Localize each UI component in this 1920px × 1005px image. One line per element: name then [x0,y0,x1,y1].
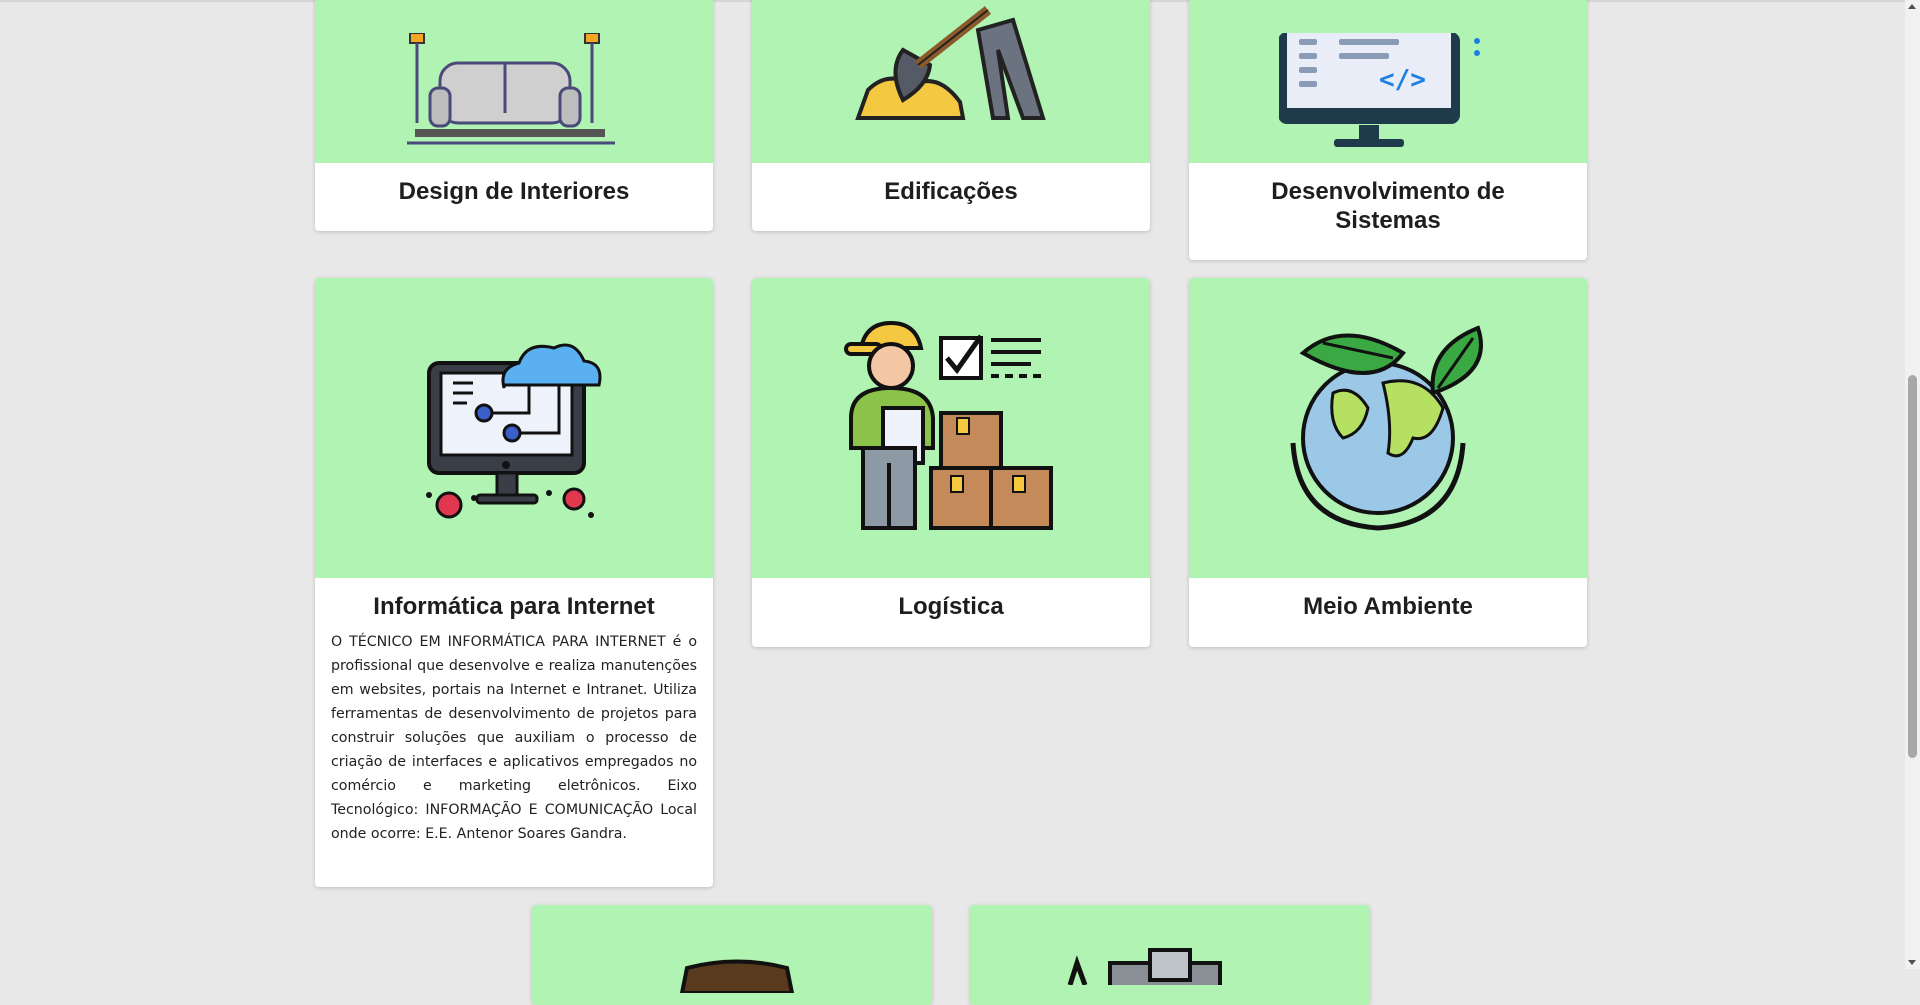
course-card-partial-2[interactable] [970,905,1370,1005]
scroll-down-arrow-icon[interactable] [1908,960,1916,965]
card-image [970,905,1370,1005]
page-scrollbar[interactable] [1905,0,1920,969]
scroll-up-arrow-icon[interactable] [1908,4,1916,9]
card-image [1189,278,1587,578]
card-title: Meio Ambiente [1303,593,1473,620]
card-image [752,0,1150,163]
code-monitor-icon: </> [1279,33,1480,147]
course-card-meio-ambiente[interactable]: Meio Ambiente [1189,278,1587,647]
logistics-worker-boxes-icon [844,320,1053,530]
course-card-edificacoes[interactable]: Edificações [752,0,1150,231]
card-image [315,278,713,578]
card-image: </> [1189,0,1587,163]
card-title: Informática para Internet [373,593,655,620]
course-card-informatica-internet[interactable]: Informática para Internet O TÉCNICO EM I… [315,278,713,887]
course-card-logistica[interactable]: Logística [752,278,1150,647]
card-title: Design de Interiores [398,178,630,205]
machine-icon [1067,948,1222,985]
scrollbar-thumb[interactable] [1908,375,1917,758]
card-description: O TÉCNICO EM INFORMÁTICA PARA INTERNET é… [331,634,697,842]
course-card-partial-1[interactable] [532,905,932,1005]
card-image [532,905,932,1005]
card-title: Desenvolvimento de Sistemas [1271,178,1505,234]
svg-text:</>: </> [1379,65,1426,95]
sofa-lamps-icon [407,33,615,145]
construction-worker-shovel-icon [855,6,1046,120]
briefcase-icon [679,959,795,993]
card-image [315,0,713,163]
card-image [752,278,1150,578]
course-card-design-interiores[interactable]: Design de Interiores [315,0,713,231]
course-card-desenvolvimento-sistemas[interactable]: </> Desenvolvimento de Sistemas [1189,0,1587,260]
card-title: Edificações [884,178,1018,205]
card-title: Logística [898,593,1004,620]
globe-leaves-icon [1290,325,1483,531]
cloud-computer-icon [426,343,602,519]
